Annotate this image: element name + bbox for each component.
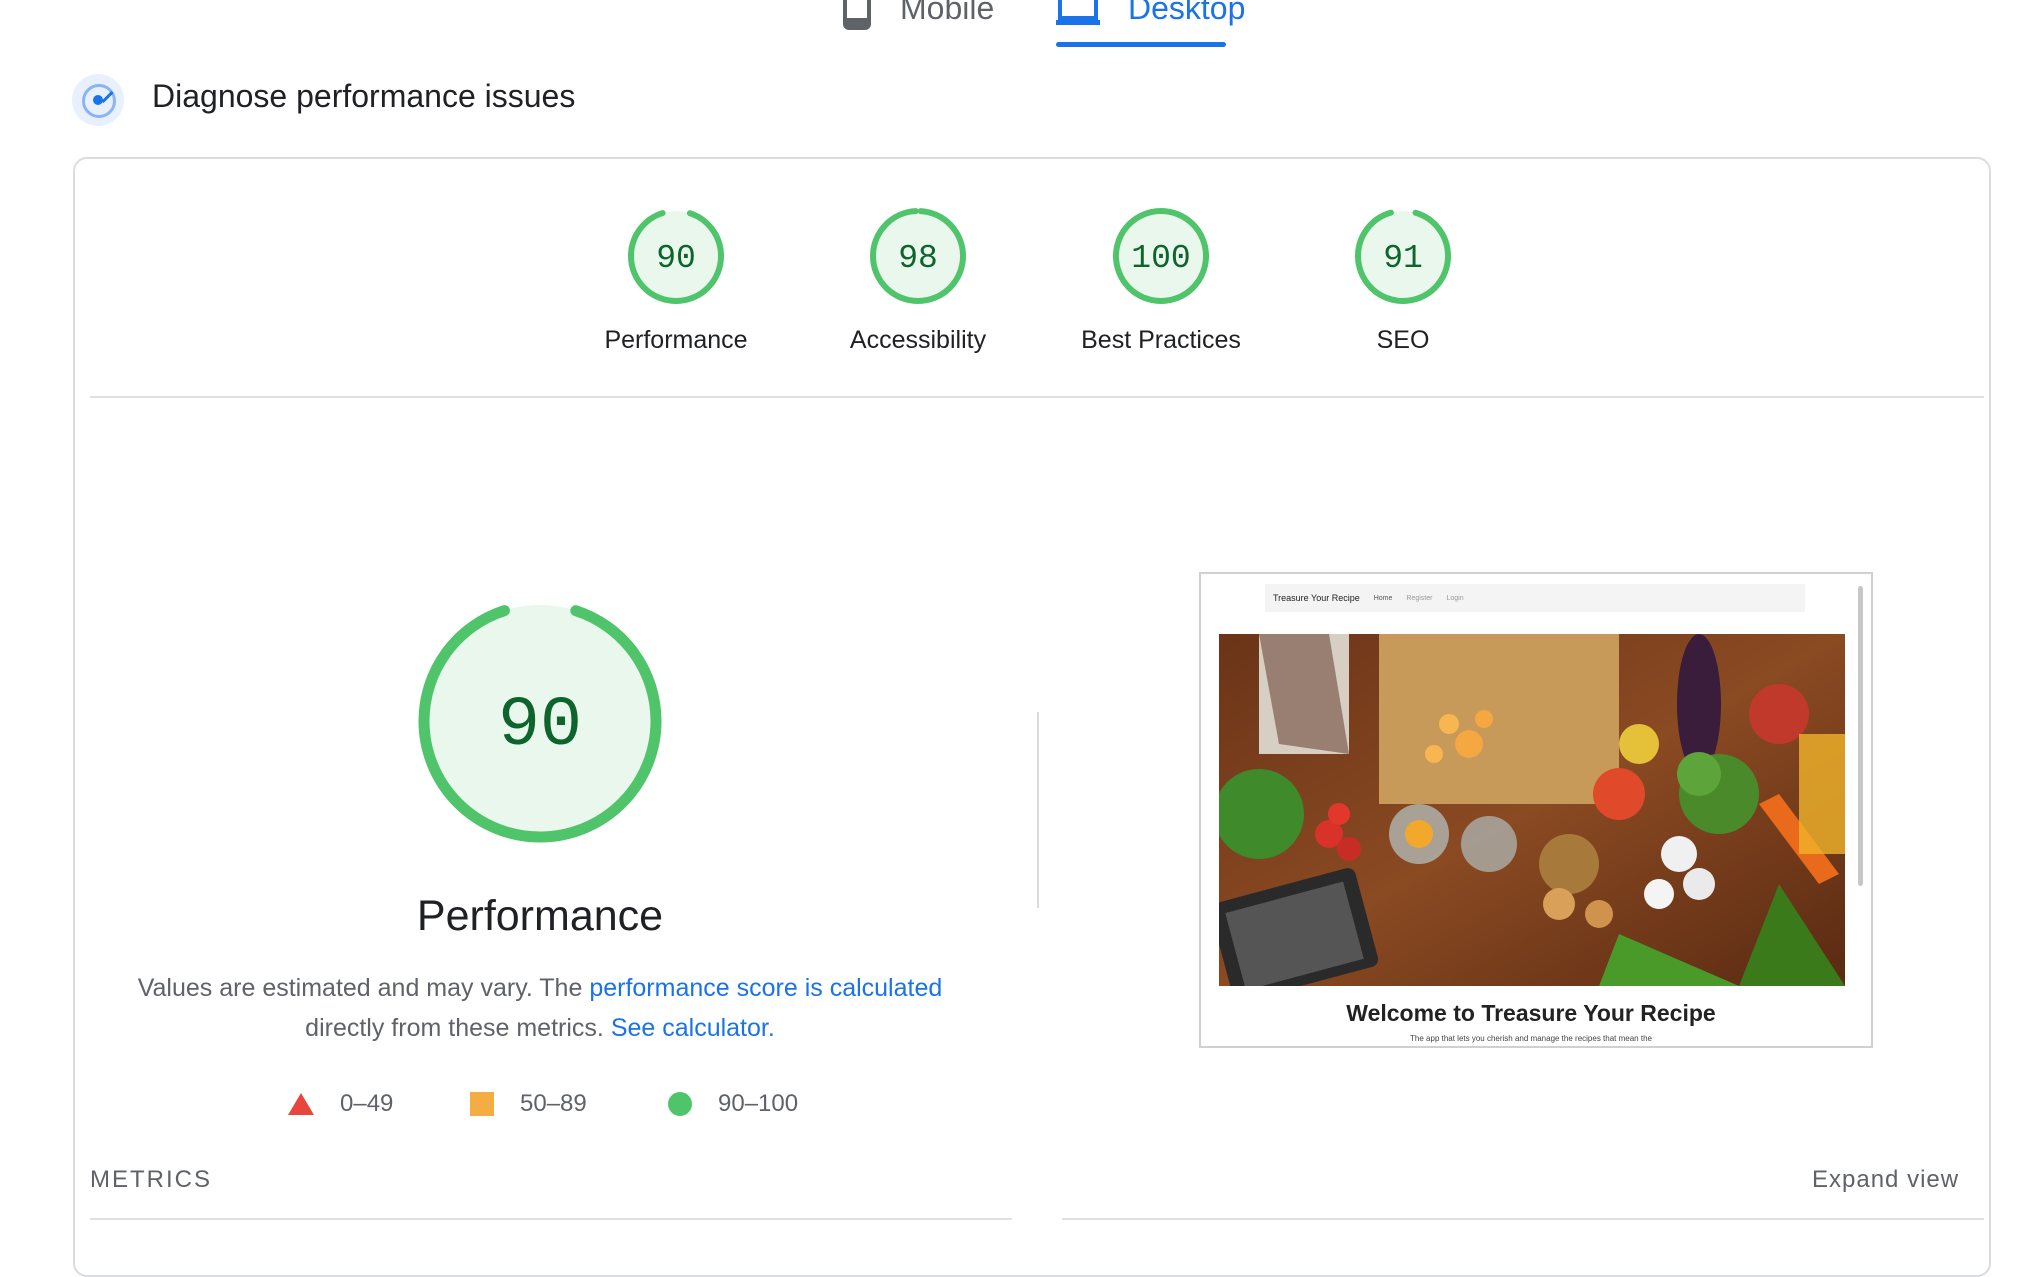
- performance-title: Performance: [416, 892, 664, 940]
- vegetables-photo: [1219, 634, 1845, 986]
- screenshot-subtext: The app that lets you cherish and manage…: [1410, 1034, 1652, 1043]
- performance-gauge: 90: [418, 599, 662, 843]
- category-accessibility[interactable]: 98 Accessibility: [808, 206, 1028, 355]
- screenshot-navbar: Treasure Your Recipe Home Register Login: [1265, 584, 1805, 612]
- tab-desktop[interactable]: Desktop: [1056, 0, 1245, 38]
- legend-fail: 0–49: [288, 1090, 393, 1118]
- category-label: Performance: [604, 326, 748, 354]
- triangle-icon: [288, 1093, 314, 1115]
- gauge-icon: [72, 74, 124, 126]
- score-calculated-link[interactable]: performance score is calculated: [589, 974, 942, 1002]
- metrics-rule-right: [1062, 1218, 1984, 1220]
- section-title: Diagnose performance issues: [152, 78, 576, 114]
- category-label: Best Practices: [1081, 326, 1241, 354]
- tab-desktop-label: Desktop: [1128, 0, 1246, 26]
- active-tab-indicator: [1056, 42, 1226, 47]
- performance-description: Values are estimated and may vary. The p…: [137, 974, 943, 1042]
- legend-average: 50–89: [470, 1090, 587, 1118]
- screenshot-scrollbar: [1858, 586, 1863, 886]
- see-calculator-link[interactable]: See calculator.: [611, 1014, 775, 1042]
- score-gauge: 91: [1355, 208, 1451, 304]
- category-label: Accessibility: [849, 326, 987, 354]
- tab-mobile-label: Mobile: [900, 0, 995, 26]
- score-value: 91: [1383, 240, 1423, 277]
- category-label: SEO: [1376, 326, 1430, 354]
- score-value: 100: [1131, 240, 1190, 277]
- tab-mobile[interactable]: Mobile: [842, 0, 994, 38]
- legend-pass: 90–100: [668, 1090, 798, 1118]
- phone-icon: [843, 0, 871, 30]
- score-gauge: 90: [628, 208, 724, 304]
- metrics-heading: METRICS: [90, 1166, 212, 1193]
- score-gauge: 100: [1113, 208, 1209, 304]
- category-seo[interactable]: 91 SEO: [1293, 206, 1513, 355]
- expand-view-button[interactable]: Expand view: [1812, 1166, 1959, 1194]
- square-icon: [470, 1092, 494, 1116]
- performance-score: 90: [498, 687, 582, 766]
- category-performance[interactable]: 90 Performance: [566, 206, 786, 355]
- page-screenshot[interactable]: Treasure Your Recipe Home Register Login: [1199, 572, 1873, 1048]
- metrics-rule-left: [90, 1218, 1012, 1220]
- score-value: 98: [898, 240, 938, 277]
- score-value: 90: [656, 240, 696, 277]
- vertical-divider: [1037, 712, 1039, 908]
- score-gauge: 98: [870, 208, 966, 304]
- category-best-practices[interactable]: 100 Best Practices: [1051, 206, 1271, 355]
- section-divider: [90, 396, 1984, 398]
- circle-icon: [668, 1092, 692, 1116]
- screenshot-heading: Welcome to Treasure Your Recipe: [1346, 1000, 1716, 1026]
- laptop-icon: [1056, 0, 1100, 25]
